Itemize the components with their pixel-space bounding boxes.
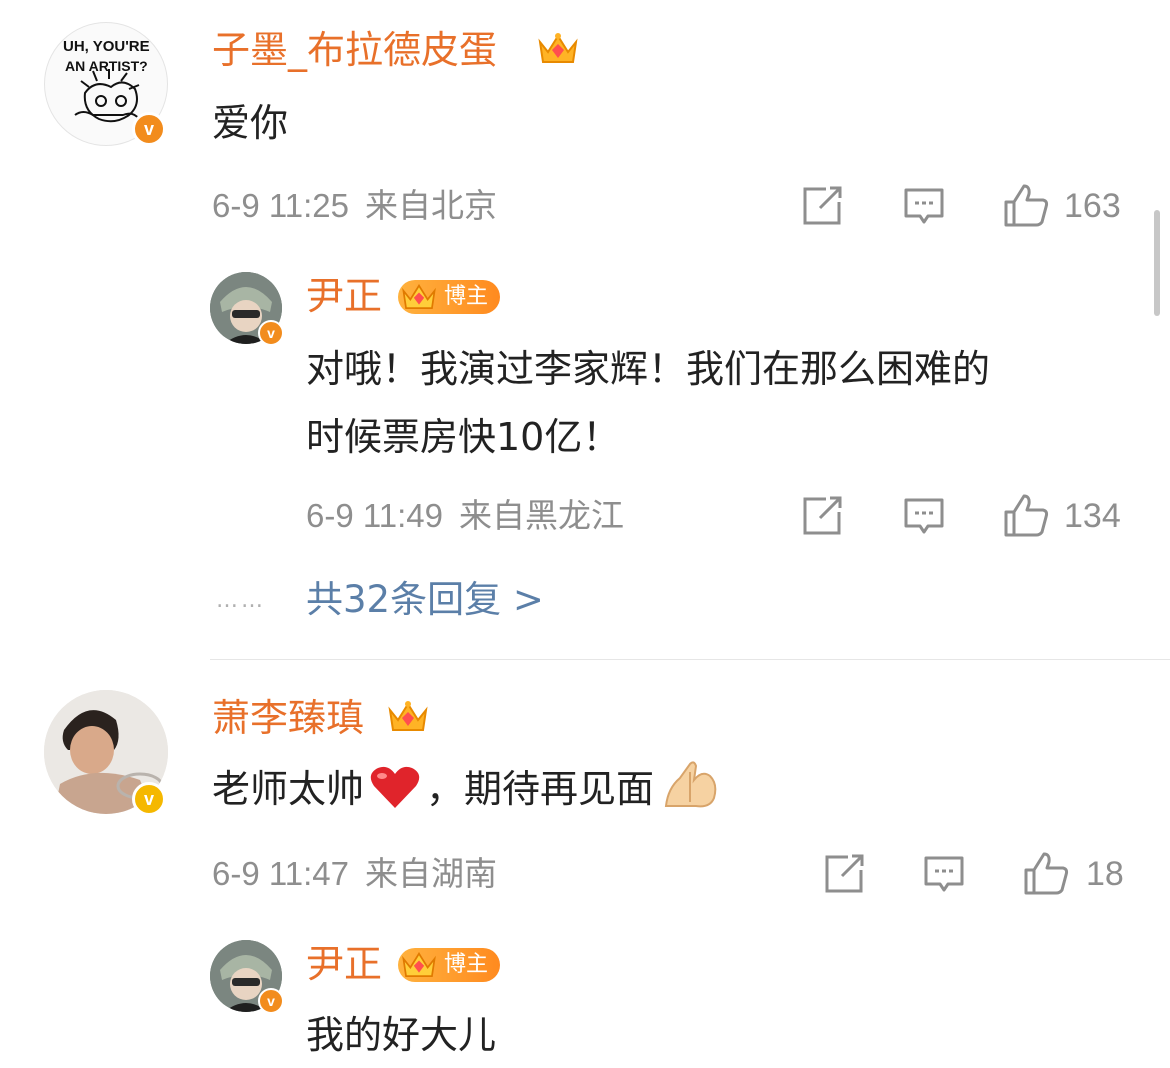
share-icon[interactable] (800, 184, 844, 228)
comment-text: 爱你 (212, 101, 289, 145)
thumbs-up-icon[interactable] (1002, 492, 1050, 538)
thumbs-up-icon[interactable] (1002, 182, 1050, 228)
comment-icon[interactable] (922, 852, 966, 896)
scrollbar[interactable] (1154, 210, 1160, 316)
reply-text-line1: 我的好大儿 (306, 1013, 497, 1057)
ellipsis-dots: …… (216, 588, 266, 613)
crown-icon (402, 952, 436, 977)
reply-meta: 6-9 11:49 来自黑龙江 (306, 496, 624, 536)
comment-icon[interactable] (902, 494, 946, 538)
reply-username[interactable]: 尹正 (306, 940, 382, 988)
reply-username[interactable]: 尹正 (306, 272, 382, 320)
crown-icon (538, 33, 578, 63)
thumbs-up-icon[interactable] (1022, 850, 1070, 896)
svg-text:AN ARTIST?: AN ARTIST? (65, 58, 148, 74)
comment-username[interactable]: 子墨_布拉德皮蛋 (212, 26, 497, 74)
reply-time: 6-9 11:49 (306, 497, 443, 534)
comment-username[interactable]: 萧李臻瑱 (212, 694, 364, 742)
crown-icon (402, 284, 436, 309)
comment-text: 老师太帅 ，期待再见面 (212, 756, 722, 822)
comment-location: 来自北京 (365, 186, 497, 225)
svg-text:UH, YOU'RE: UH, YOU'RE (63, 38, 150, 55)
divider (210, 659, 1170, 660)
verified-v-icon: v (132, 112, 166, 146)
verified-v-icon: v (258, 988, 284, 1014)
comment-meta: 6-9 11:47 来自湖南 (212, 854, 497, 894)
verified-v-icon: v (258, 320, 284, 346)
reply-text-line2: 时候票房快10亿！ (306, 415, 621, 459)
comment-icon[interactable] (902, 184, 946, 228)
crown-icon (388, 701, 428, 731)
like-count: 18 (1086, 855, 1124, 893)
comment-meta: 6-9 11:25 来自北京 (212, 186, 497, 226)
comment-time: 6-9 11:25 (212, 187, 349, 224)
more-replies-link[interactable]: 共32条回复 > (306, 578, 544, 622)
share-icon[interactable] (822, 852, 866, 896)
like-count: 134 (1064, 497, 1121, 535)
comment-text-part1: 老师太帅 (212, 767, 365, 811)
red-heart-emoji-icon (370, 766, 420, 808)
reply-location: 来自黑龙江 (459, 496, 624, 535)
clasped-hands-emoji-icon (664, 761, 717, 808)
like-count: 163 (1064, 187, 1121, 225)
reply-text-line1: 对哦！我演过李家辉！我们在那么困难的 (306, 347, 991, 391)
comment-location: 来自湖南 (365, 854, 497, 893)
verified-v-icon: v (132, 782, 166, 816)
comment-text-part2: ，期待再见面 (426, 767, 655, 811)
share-icon[interactable] (800, 494, 844, 538)
comment-time: 6-9 11:47 (212, 855, 349, 892)
